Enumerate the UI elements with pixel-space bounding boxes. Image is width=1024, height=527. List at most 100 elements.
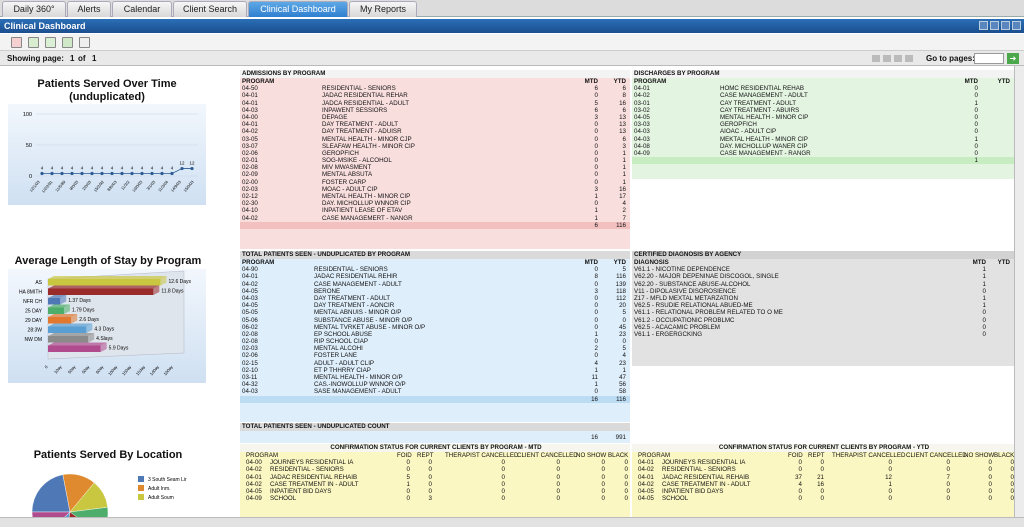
cytd-cell: 0 (988, 487, 992, 495)
admissions-row: 02-09 MENTAL ABSUTA 0 1 (240, 171, 630, 178)
export-icon[interactable] (28, 37, 39, 48)
time-chart-title: Patients Served Over Time (37, 78, 177, 90)
document-icon[interactable] (79, 37, 90, 48)
discharges-cell: MENTAL HEALTH - MINOR CIP (720, 113, 809, 121)
seen-row: 04-02 CASE MANAGEMENT - ADULT 0 139 (240, 281, 630, 288)
tab-calendar[interactable]: Calendar (112, 1, 172, 17)
admissions-row: 04-02 DAY TREATMENT - ADUISR 0 13 (240, 128, 630, 135)
discharges-row: 03-02 CAY TREATMENT - ABUIRS 0 (632, 107, 1014, 114)
cmtd-title: CONFIRMATION STATUS FOR CURRENT CLIENTS … (240, 444, 630, 452)
seen-cell: 02-08 (242, 330, 258, 338)
cytd-cell: JOURNEYS RESIDENTIAL IA (662, 459, 746, 467)
bar-category-label: NFR CH (23, 299, 42, 305)
seen-cell: 0 (594, 323, 598, 331)
series-line (42, 168, 192, 174)
seen-cell: 1 (594, 366, 598, 374)
point-label: 4 (81, 166, 84, 171)
cytd-cell: 0 (798, 495, 802, 503)
seen-cell: MENTAL ABNUIS - MINOR O/P (314, 309, 402, 317)
discharges-cell: 1 (974, 135, 978, 143)
location-pie-chart: 3 South Seam Lir Adult Inm. Adult Soum (31, 473, 187, 527)
admissions-cell: MOAC - ADULT CIP (322, 185, 378, 193)
diagnosis-cell: V61.1 - ERGERGCKING (634, 330, 703, 338)
minimize-icon[interactable] (979, 21, 988, 30)
admissions-cell: 6 (622, 135, 626, 143)
forward-icon[interactable] (62, 37, 73, 48)
cytd-header: PROGRAM FOID REPT THERAPIST CANCELLED CL… (632, 452, 1014, 459)
of-label: of (78, 54, 86, 63)
cmtd-cell: 0 (501, 480, 505, 488)
confirmation-mtd-section: CONFIRMATION STATUS FOR CURRENT CLIENTS … (240, 444, 630, 517)
admissions-col-ytd: YTD (613, 78, 626, 85)
discharges-col-program: PROGRAM (634, 78, 667, 85)
data-point (120, 171, 124, 176)
cmtd-cell: 0 (601, 459, 605, 467)
admissions-cell: 1 (594, 193, 598, 200)
seen-cell: 1 (622, 366, 626, 374)
loc-chart-title: Patients Served By Location (33, 449, 183, 461)
horizontal-scrollbar[interactable] (0, 517, 1024, 527)
prev-page-icon[interactable] (883, 55, 891, 62)
cytd-cell: 04-05 (638, 487, 654, 495)
restore-icon[interactable] (990, 21, 999, 30)
seen-row: 02-06 FOSTER LANE 0 4 (240, 352, 630, 359)
los-chart-title: Average Length of Stay by Program (14, 255, 202, 267)
tab-daily-360[interactable]: Daily 360° (2, 1, 66, 17)
cmtd-cell: 0 (428, 473, 432, 481)
tab-alerts[interactable]: Alerts (67, 1, 111, 17)
x-tick-label: 50ay (67, 364, 77, 375)
cmtd-cell: 1 (406, 480, 410, 488)
print-icon[interactable] (11, 37, 22, 48)
discharges-cell: MEKTAL HEALTH - MINOR CIP (720, 135, 808, 143)
seen-row: 06-02 MENTAL TVRKET ABUSE - MINOR O/P 0 45 (240, 324, 630, 331)
report-toolbar (0, 34, 1024, 51)
admissions-row: 04-03 INPAWENT SESSIORS 6 6 (240, 107, 630, 114)
vertical-scrollbar[interactable] (1014, 66, 1024, 517)
cytd-row: 04-05 INPATIENT BID DAYS 0 0 0 0 0 0 (632, 488, 1014, 495)
seen-col-ytd: YTD (613, 259, 626, 266)
discharges-row: 04-08 DAY. MICHOLLUP WANER CIP 0 (632, 143, 1014, 150)
page-total: 1 (92, 54, 97, 63)
discharges-cell: 0 (974, 106, 978, 114)
cmtd-cell: JOURNEYS RESIDENTIAL IA (270, 459, 354, 467)
seen-cell: 04-01 (242, 273, 258, 281)
diagnosis-header: DIAGNOSIS MTD YTD (632, 259, 1014, 266)
data-point (50, 171, 54, 176)
refresh-icon[interactable] (45, 37, 56, 48)
discharges-cell: 0 (974, 85, 978, 93)
tab-client-search[interactable]: Client Search (173, 1, 247, 17)
admissions-cell: 04-02 (242, 214, 258, 222)
tab-clinical-dashboard[interactable]: Clinical Dashboard (248, 1, 348, 17)
cytd-cell: 0 (820, 487, 824, 495)
maximize-icon[interactable] (1001, 21, 1010, 30)
seen-cell: 05-05 (242, 309, 258, 317)
close-icon[interactable] (1012, 21, 1021, 30)
diagnosis-cell: V61.1 - NICOTINE DEPENDENCE (634, 266, 730, 274)
discharges-cell: 03-03 (634, 121, 650, 129)
goto-page-input[interactable] (974, 53, 1004, 64)
admissions-cell: 0 (594, 135, 598, 143)
cmtd-cell: 04-05 (246, 487, 262, 495)
admissions-cell: 04-50 (242, 85, 258, 93)
seen-cell: 02-03 (242, 345, 258, 353)
discharges-section: DISCHARGES BY PROGRAM PROGRAM MTD YTD 04… (632, 70, 1014, 179)
admissions-col-program: PROGRAM (242, 78, 275, 85)
cmtd-cell: 0 (428, 459, 432, 467)
first-page-icon[interactable] (872, 55, 880, 62)
window-title: Clinical Dashboard (4, 21, 86, 31)
admissions-cell: 0 (594, 178, 598, 186)
admissions-cell: 02-08 (242, 164, 258, 172)
next-page-icon[interactable] (894, 55, 902, 62)
cmtd-col-rept: REPT (417, 452, 434, 459)
admissions-cell: 03-07 (242, 142, 258, 150)
admissions-cell: 6 (594, 85, 598, 93)
admissions-row: 02-12 MENTAL HEALTH - MINOR CIP 1 17 (240, 193, 630, 200)
admissions-cell: 5 (594, 99, 598, 107)
admissions-cell: 04-10 (242, 207, 258, 215)
cmtd-row: 04-02 RESIDENTIAL - SENIORS 0 0 0 0 0 0 (240, 466, 630, 473)
cytd-col-rept: REPT (808, 452, 825, 459)
admissions-cell: 02-00 (242, 178, 258, 186)
last-page-icon[interactable] (905, 55, 913, 62)
go-button[interactable]: ➜ (1007, 53, 1019, 64)
tab-my-reports[interactable]: My Reports (349, 1, 417, 17)
